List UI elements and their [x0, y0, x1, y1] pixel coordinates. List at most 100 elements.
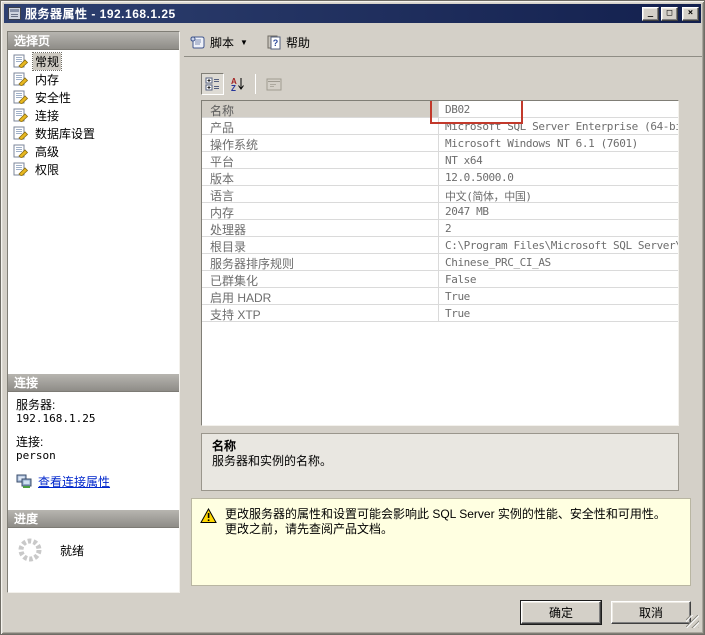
description-panel: 名称 服务器和实例的名称。 [201, 433, 679, 491]
sidebar-page-label: 高级 [33, 143, 61, 160]
page-icon [13, 108, 29, 122]
progress-spinner-icon [16, 536, 44, 564]
dialog-toolbar: 脚本 ▼ ? 帮助 [184, 28, 702, 57]
title-bar[interactable]: 服务器属性 - 192.168.1.25 _ □ × [4, 4, 701, 23]
property-value[interactable]: 2 [439, 220, 678, 236]
progress-header: 进度 [8, 510, 179, 528]
property-value[interactable]: Microsoft SQL Server Enterprise (64-bit) [439, 118, 678, 134]
property-pages-button [262, 73, 285, 95]
svg-text:Z: Z [231, 84, 236, 92]
dialog-icon [8, 7, 21, 20]
property-label: 平台 [202, 152, 439, 168]
property-row[interactable]: 平台 NT x64 [202, 152, 678, 169]
property-row[interactable]: 内存 2047 MB [202, 203, 678, 220]
sidebar-item-数据库设置[interactable]: 数据库设置 [8, 124, 179, 142]
page-icon [13, 144, 29, 158]
sidebar-item-连接[interactable]: 连接 [8, 106, 179, 124]
progress-status: 就绪 [60, 542, 84, 559]
script-icon [190, 35, 206, 50]
property-value[interactable]: True [439, 305, 678, 321]
sidebar-page-label: 内存 [33, 71, 61, 88]
help-button[interactable]: ? 帮助 [262, 32, 314, 53]
script-dropdown-caret-icon[interactable]: ▼ [240, 38, 248, 47]
property-label: 处理器 [202, 220, 439, 236]
dialog-title: 服务器属性 - 192.168.1.25 [25, 5, 642, 22]
description-title: 名称 [212, 439, 668, 454]
server-properties-dialog: 服务器属性 - 192.168.1.25 _ □ × 脚本 ▼ ? 帮助 [0, 0, 705, 635]
minimize-button[interactable]: _ [642, 7, 659, 21]
page-icon [13, 90, 29, 104]
property-row[interactable]: 名称 DB02 [202, 101, 678, 118]
property-row[interactable]: 服务器排序规则 Chinese_PRC_CI_AS [202, 254, 678, 271]
property-value[interactable]: 12.0.5000.0 [439, 169, 678, 185]
sidebar-item-常规[interactable]: 常规 [8, 52, 179, 70]
categorized-button[interactable] [201, 73, 224, 95]
warning-panel: 更改服务器的属性和设置可能会影响此 SQL Server 实例的性能、安全性和可… [191, 498, 691, 586]
property-row[interactable]: 启用 HADR True [202, 288, 678, 305]
property-value[interactable]: 中文(简体，中国) [439, 186, 678, 202]
sidebar-page-label: 常规 [33, 53, 61, 70]
property-row[interactable]: 产品 Microsoft SQL Server Enterprise (64-b… [202, 118, 678, 135]
page-icon [13, 162, 29, 176]
connection-properties-icon [16, 474, 33, 489]
ok-button[interactable]: 确定 [521, 601, 601, 624]
sidebar-item-权限[interactable]: 权限 [8, 160, 179, 178]
property-row[interactable]: 处理器 2 [202, 220, 678, 237]
sidebar-page-label: 安全性 [33, 89, 73, 106]
svg-text:?: ? [273, 38, 279, 48]
maximize-button[interactable]: □ [661, 7, 678, 21]
property-grid-toolbar: A Z [201, 72, 285, 96]
property-row[interactable]: 根目录 C:\Program Files\Microsoft SQL Serve… [202, 237, 678, 254]
alphabetical-sort-button[interactable]: A Z [226, 73, 249, 95]
property-label: 产品 [202, 118, 439, 134]
property-value[interactable]: 2047 MB [439, 203, 678, 219]
view-connection-properties-label[interactable]: 查看连接属性 [38, 475, 110, 489]
property-label: 支持 XTP [202, 305, 439, 321]
property-value[interactable]: True [439, 288, 678, 304]
resize-grip[interactable] [686, 615, 699, 628]
property-row[interactable]: 支持 XTP True [202, 305, 678, 322]
property-value[interactable]: Microsoft Windows NT 6.1 (7601) [439, 135, 678, 151]
warning-line2: 更改之前，请先查阅产品文档。 [225, 522, 666, 537]
property-value[interactable]: NT x64 [439, 152, 678, 168]
script-button[interactable]: 脚本 ▼ [186, 32, 252, 53]
page-icon [13, 126, 29, 140]
connection-label: 连接: [16, 435, 171, 449]
sidebar-item-安全性[interactable]: 安全性 [8, 88, 179, 106]
warning-icon [200, 508, 217, 524]
property-value[interactable]: False [439, 271, 678, 287]
property-label: 版本 [202, 169, 439, 185]
cancel-button[interactable]: 取消 [611, 601, 691, 624]
description-text: 服务器和实例的名称。 [212, 454, 668, 469]
property-value[interactable]: Chinese_PRC_CI_AS [439, 254, 678, 270]
alphabetical-sort-icon: A Z [230, 77, 246, 92]
sidebar-item-内存[interactable]: 内存 [8, 70, 179, 88]
sidebar: 选择页 常规 内存 安全性 连接 [7, 31, 180, 593]
property-label: 已群集化 [202, 271, 439, 287]
property-pages-icon [266, 78, 282, 91]
sidebar-item-高级[interactable]: 高级 [8, 142, 179, 160]
help-label: 帮助 [286, 34, 310, 51]
property-value[interactable]: DB02 [439, 101, 678, 117]
sidebar-page-label: 数据库设置 [33, 125, 97, 142]
property-row[interactable]: 操作系统 Microsoft Windows NT 6.1 (7601) [202, 135, 678, 152]
property-label: 内存 [202, 203, 439, 219]
server-label: 服务器: [16, 398, 171, 412]
progress-panel: 就绪 [8, 528, 179, 572]
property-label: 启用 HADR [202, 288, 439, 304]
property-row[interactable]: 已群集化 False [202, 271, 678, 288]
property-row[interactable]: 语言 中文(简体，中国) [202, 186, 678, 203]
close-button[interactable]: × [682, 7, 699, 21]
sidebar-page-label: 连接 [33, 107, 61, 124]
view-connection-properties-link[interactable]: 查看连接属性 [16, 474, 171, 489]
categorized-icon [205, 77, 221, 91]
warning-line1: 更改服务器的属性和设置可能会影响此 SQL Server 实例的性能、安全性和可… [225, 507, 666, 522]
pages-list: 常规 内存 安全性 连接 数据库设置 [8, 52, 179, 178]
property-value[interactable]: C:\Program Files\Microsoft SQL Server\MS… [439, 237, 678, 253]
sidebar-page-label: 权限 [33, 161, 61, 178]
connection-value: person [16, 449, 171, 463]
property-grid-rows: 名称 DB02 产品 Microsoft SQL Server Enterpri… [202, 101, 678, 322]
page-icon [13, 72, 29, 86]
property-row[interactable]: 版本 12.0.5000.0 [202, 169, 678, 186]
property-label: 语言 [202, 186, 439, 202]
